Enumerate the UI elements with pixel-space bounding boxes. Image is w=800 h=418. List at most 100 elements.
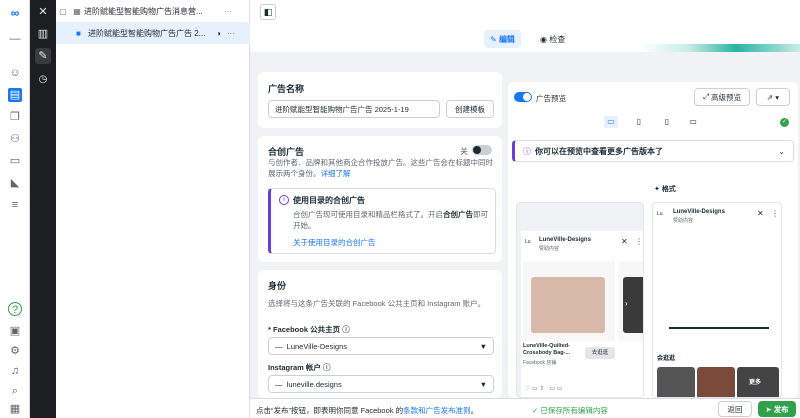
megaphone-icon[interactable]: ◣ (8, 176, 22, 190)
footer-bar: 点击“发布”按钮，即表明你同意 Facebook 的条款和广告发布准则。 ✓ 已… (250, 398, 800, 418)
help-icon[interactable]: ? (8, 302, 22, 316)
thumb-more[interactable]: 更多 (737, 367, 779, 397)
identity-heading: 身份 (268, 281, 287, 291)
preview-toggle-label: 广告预览 (536, 94, 566, 103)
expand-icon: ⤢ (702, 92, 712, 101)
pencil-icon: ✎ (490, 34, 499, 44)
page-dash: — LuneVille-Designs (275, 341, 347, 351)
billing-icon[interactable]: ▭ (8, 154, 22, 168)
create-template-button[interactable]: 创建模板 (446, 100, 494, 118)
tab-edit[interactable]: ✎ 编辑 (484, 30, 521, 48)
menu-icon[interactable]: ≡ (8, 198, 22, 212)
status-half-circle-icon: ◑ (216, 28, 221, 38)
ad-name-panel: 广告名称 进阶赋能型智能购物广告广告 2025-1-19 创建模板 (258, 72, 502, 128)
phone-device-icon[interactable]: ▯ (660, 116, 674, 128)
toggle-state-label: 关 (460, 147, 468, 156)
catalog-info-box: i 使用目录的合创广告 合创广告现可使用目录和精品栏格式了。开启合创广告即可开始… (268, 188, 496, 254)
search-icon[interactable]: ⌕ (8, 384, 22, 398)
ad-square-icon: ■ (76, 28, 81, 38)
story-preview-mock: Lu LuneVille-Designs 赞助内容 ✕ ⋮ 会逛逛 更多 (652, 202, 782, 398)
back-button[interactable]: 返回 (718, 401, 752, 417)
account-overview-icon[interactable]: ☺ (8, 66, 22, 80)
campaign-grid-icon: ▦ (73, 6, 81, 16)
editor-top-bar: ◧ ✎ 编辑 ◉ 检查 (250, 0, 800, 52)
divider-line (669, 327, 769, 329)
ads-manager-icon[interactable]: ▤ (8, 88, 22, 102)
meta-logo-icon[interactable]: ∞ (8, 6, 22, 20)
wide-device-icon[interactable]: ▭ (686, 116, 700, 128)
grid-icon[interactable]: ▦ (8, 402, 22, 416)
brand-name: LuneVille-Designs (539, 237, 591, 243)
catalog-partnership-link[interactable]: 关于使用目录的合创广告 (293, 237, 376, 248)
chart-icon[interactable]: ▥ (35, 26, 51, 42)
audience-icon[interactable]: ⚇ (8, 132, 22, 146)
instagram-account-select[interactable]: — luneville.designs ▼ (268, 375, 494, 393)
settings-gear-icon[interactable]: ⚙ (8, 344, 22, 358)
facebook-page-label: * Facebook 公共主页 ⓘ (268, 325, 350, 334)
sidebar-toggle-icon[interactable]: ◧ (260, 4, 276, 20)
advanced-preview-button[interactable]: ⤢ 高级预览 (694, 88, 750, 106)
info-body: 合创广告现可使用目录和精品栏格式了。开启合创广告即可开始。 (293, 210, 488, 230)
left-rail: ∞ — ☺ ▤ ❐ ⚇ ▭ ◣ ≡ ? ▣ ⚙ ♫ ⌕ ▦ (0, 0, 30, 418)
info-icon: ⓘ (323, 363, 331, 372)
info-title: 使用目录的合创广告 (293, 196, 365, 205)
feedback-icon[interactable]: ▣ (8, 324, 22, 338)
more-vertical-icon[interactable]: ⋮ (771, 209, 779, 218)
terms-notice: 点击“发布”按钮，即表明你同意 Facebook 的条款和广告发布准则。 (256, 406, 479, 415)
close-icon[interactable]: ✕ (35, 4, 51, 20)
terms-link[interactable]: 条款和广告发布准则 (403, 406, 471, 415)
dropdown-caret-icon: ▼ (479, 379, 487, 389)
sponsored-label: 赞助内容 (539, 246, 560, 252)
toggle-knob (523, 93, 531, 101)
thumb-1[interactable] (657, 367, 695, 397)
edit-pencil-icon[interactable]: ✎ (35, 48, 51, 64)
share-icon: ⇗ ▾ (766, 92, 780, 102)
more-vertical-icon[interactable]: ⋮ (635, 237, 643, 246)
chevron-down-icon: ⌄ (778, 146, 785, 156)
info-icon: ⓘ (342, 325, 350, 334)
shop-now-button[interactable]: 去逛逛 (585, 347, 615, 359)
brand-avatar: Lu (525, 239, 531, 245)
publish-button[interactable]: ➤ 发布 (758, 401, 796, 417)
product-image-next (619, 261, 643, 341)
more-options-icon[interactable]: ··· (224, 7, 232, 16)
campaign-row[interactable]: ▢ ▦ 进阶赋能型智能购物广告消息营... ··· (56, 0, 250, 22)
feed-post: Lu LuneVille-Designs 赞助内容 ✕ ⋮ › LuneVill… (521, 231, 643, 397)
info-icon: i (279, 195, 289, 205)
ad-preview-panel: 广告预览 ⤢ 高级预览 ⇗ ▾ ▭ ▯ ▯ ▭ ✓ ⓘ 你可以在预览中查看更多广… (508, 82, 798, 398)
history-clock-icon[interactable]: ◷ (35, 72, 51, 88)
brand-name: LuneVille-Designs (673, 209, 725, 215)
campaign-name: 进阶赋能型智能购物广告消息营... (84, 6, 203, 16)
close-icon[interactable]: ✕ (757, 209, 764, 218)
more-versions-banner[interactable]: ⓘ 你可以在预览中查看更多广告版本了 ⌄ (512, 140, 794, 162)
ad-name-input[interactable]: 进阶赋能型智能购物广告广告 2025-1-19 (268, 100, 440, 118)
folder-icon: ▢ (59, 6, 67, 16)
pages-icon[interactable]: ❐ (8, 110, 22, 124)
bag-illustration (531, 277, 605, 333)
thumb-2[interactable] (697, 367, 735, 397)
desktop-device-icon[interactable]: ▭ (604, 116, 618, 128)
facebook-page-select[interactable]: — LuneVille-Designs ▼ (268, 337, 494, 355)
preview-toggle[interactable] (514, 92, 532, 102)
tablet-device-icon[interactable]: ▯ (632, 116, 646, 128)
product-subtitle: Facebook 店铺 (523, 360, 557, 366)
check-success-icon: ✓ (780, 118, 789, 127)
info-icon: ⓘ (523, 146, 531, 156)
more-options-icon[interactable]: ··· (227, 29, 235, 38)
carousel-next-icon[interactable]: › (625, 299, 628, 308)
partnership-toggle[interactable] (472, 145, 492, 155)
close-icon[interactable]: ✕ (621, 237, 628, 246)
eye-icon: ◉ (540, 34, 550, 44)
identity-panel: 身份 选择将与这条广告关联的 Facebook 公共主页和 Instagram … (258, 270, 502, 398)
sponsored-label: 赞助内容 (673, 218, 694, 224)
ad-row[interactable]: ■ 进阶赋能型智能购物广告广告 2... ◑ ··· (56, 22, 250, 44)
notifications-bell-icon[interactable]: ♫ (8, 364, 22, 378)
ad-name-heading: 广告名称 (268, 84, 305, 94)
toggle-knob (473, 146, 481, 154)
share-button[interactable]: ⇗ ▾ (756, 88, 790, 106)
brand-avatar: Lu (657, 211, 663, 217)
tab-check[interactable]: ◉ 检查 (534, 30, 571, 48)
collapse-icon[interactable]: — (8, 32, 22, 46)
section-label: 会逛逛 (657, 356, 676, 362)
details-link[interactable]: 详细了解 (321, 169, 351, 178)
